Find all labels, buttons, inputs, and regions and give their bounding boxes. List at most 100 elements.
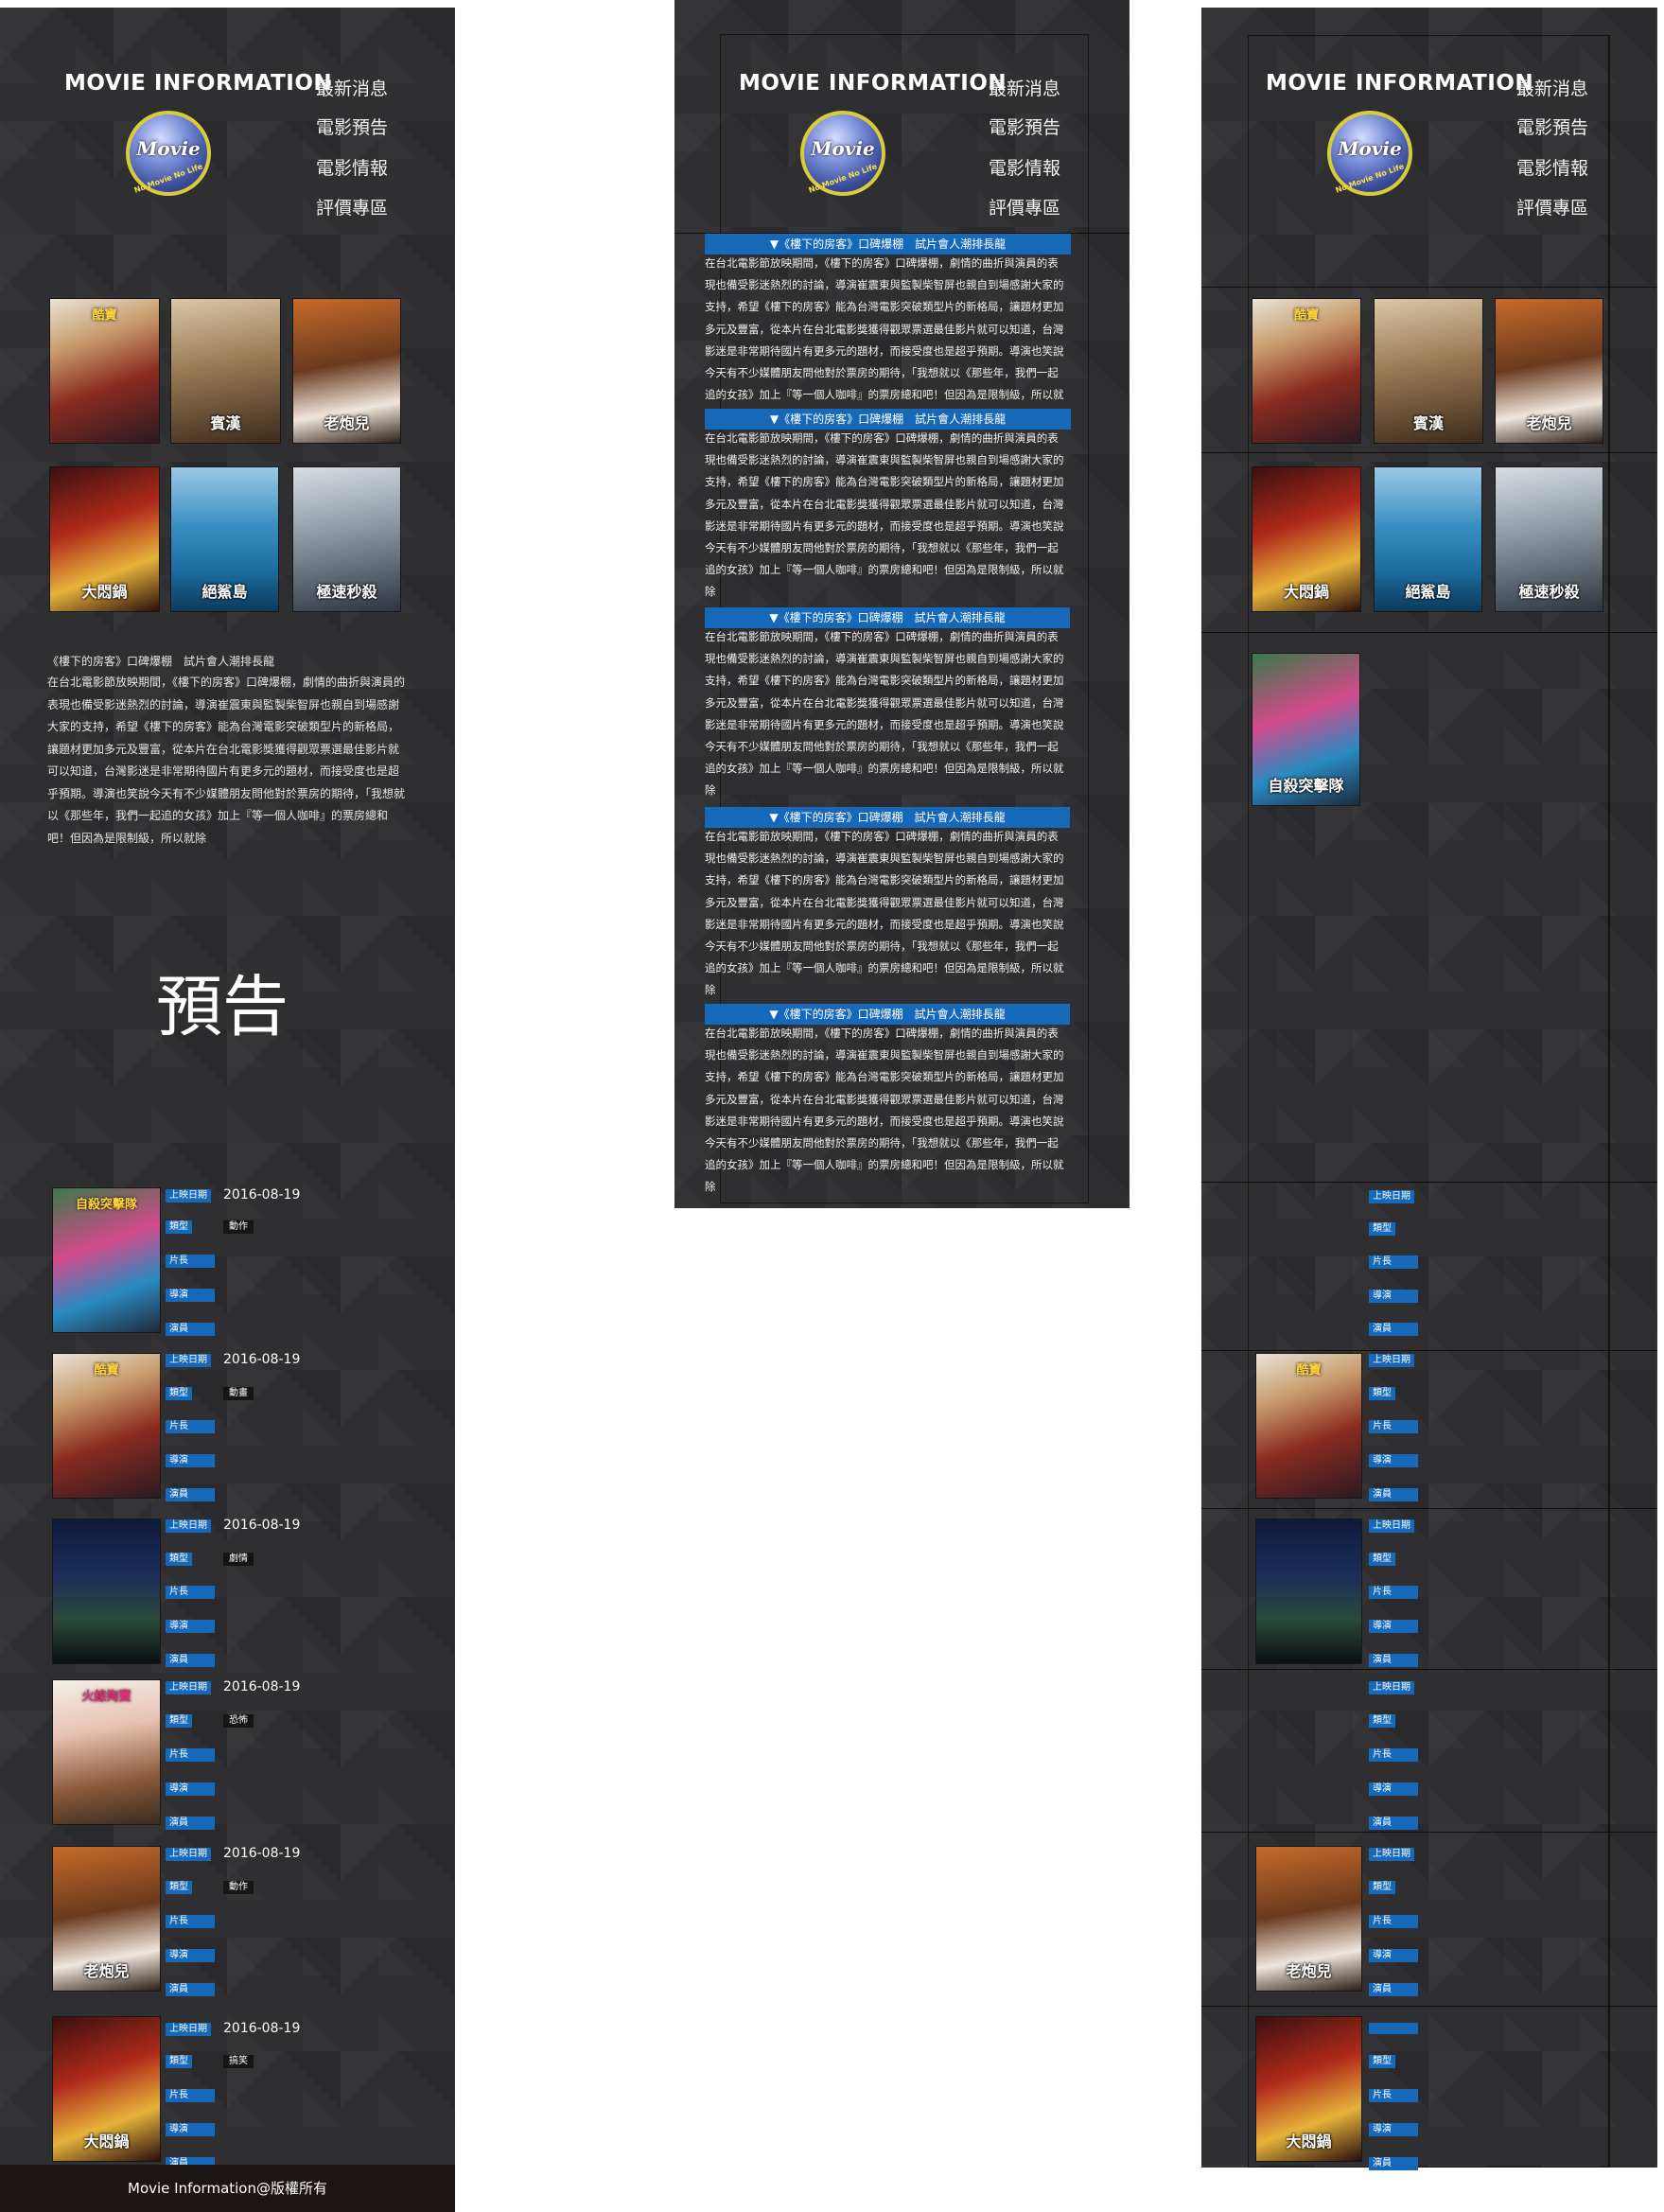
cast-label: 演員 xyxy=(166,1323,215,1336)
release-label: 上映日期 xyxy=(1369,1848,1414,1861)
genre-chip[interactable]: 動畫 xyxy=(223,1387,254,1400)
release-label: 上映日期 xyxy=(166,1848,211,1861)
news-header-text: 《樓下的房客》口碑爆棚 試片會人潮排長龍 xyxy=(779,237,1007,251)
poster-benhur[interactable]: 賓漢 xyxy=(171,299,280,443)
poster-laopao[interactable]: 老炮兒 xyxy=(1496,299,1603,443)
release-label: 上映日期 xyxy=(166,1354,211,1367)
nav-review[interactable]: 評價專區 xyxy=(1516,194,1588,219)
nav-review[interactable]: 評價專區 xyxy=(989,194,1060,219)
release-date: 2016-08-19 xyxy=(223,2021,301,2036)
news-header[interactable]: ▼《樓下的房客》口碑爆棚 試片會人潮排長龍 xyxy=(705,607,1070,628)
poster-shallows[interactable]: 絕鯊島 xyxy=(1375,467,1481,611)
poster-fun[interactable]: 大悶鍋 xyxy=(1252,467,1360,611)
poster-mechanic[interactable]: 極速秒殺 xyxy=(1496,467,1603,611)
movie-poster[interactable]: 自殺突擊隊 xyxy=(53,1188,160,1332)
nav-trailer[interactable]: 電影預告 xyxy=(989,114,1060,139)
genre-chip[interactable]: 恐怖 xyxy=(223,1714,254,1728)
wireframe-guide xyxy=(1608,35,1609,2168)
nav-news[interactable]: 最新消息 xyxy=(989,75,1060,100)
genre-chip[interactable]: 動作 xyxy=(223,1881,254,1894)
nav-news[interactable]: 最新消息 xyxy=(1516,75,1588,100)
nav-news[interactable]: 最新消息 xyxy=(316,75,388,100)
poster-kubo[interactable]: 酷寶 xyxy=(1252,299,1360,443)
poster-title: 大悶鍋 xyxy=(81,583,128,601)
release-date: 2016-08-19 xyxy=(223,1352,301,1367)
brand-title[interactable]: MOVIE INFORMATION xyxy=(1266,71,1533,96)
brand-title[interactable]: MOVIE INFORMATION xyxy=(64,71,332,96)
release-label: 上映日期 xyxy=(166,1189,211,1203)
poster-fun[interactable]: 大悶鍋 xyxy=(50,467,159,611)
nav-info[interactable]: 電影情報 xyxy=(1516,154,1588,180)
site-logo[interactable]: Movie No Movie No Life xyxy=(1327,111,1412,196)
genre-chip[interactable]: 劇情 xyxy=(223,1553,254,1566)
poster-title: 老炮兒 xyxy=(1526,414,1572,432)
news-body: 在台北電影節放映期間，《樓下的房客》口碑爆棚，劇情的曲折與演員的表現也備受影迷熱… xyxy=(705,1027,1064,1194)
movie-poster[interactable] xyxy=(53,1519,160,1663)
wireframe-divider xyxy=(1201,1508,1657,1509)
layout-news-mockup: MOVIE INFORMATION Movie No Movie No Life… xyxy=(674,0,1130,1208)
blurb-title[interactable]: 《樓下的房客》口碑爆棚 試片會人潮排長龍 xyxy=(47,653,274,669)
genre-chip[interactable]: 搞笑 xyxy=(223,2055,254,2068)
length-label: 片長 xyxy=(166,2089,215,2102)
news-body: 在台北電影節放映期間，《樓下的房客》口碑爆棚，劇情的曲折與演員的表現也備受影迷熱… xyxy=(705,630,1064,798)
movie-poster[interactable]: 酷寶 xyxy=(1256,1354,1361,1498)
director-label: 導演 xyxy=(166,1454,215,1467)
wireframe-divider xyxy=(1201,452,1657,453)
nav-trailer[interactable]: 電影預告 xyxy=(316,114,388,139)
movie-poster[interactable]: 大悶鍋 xyxy=(1256,2017,1361,2161)
news-body: 在台北電影節放映期間，《樓下的房客》口碑爆棚，劇情的曲折與演員的表現也備受影迷熱… xyxy=(705,431,1064,599)
genre-label: 類型 xyxy=(166,1553,192,1566)
director-label: 導演 xyxy=(1369,1949,1418,1962)
nav-trailer[interactable]: 電影預告 xyxy=(1516,114,1588,139)
layout-info-mockup: MOVIE INFORMATION Movie No Movie No Life… xyxy=(1201,8,1657,2170)
poster-title: 酷寶 xyxy=(1293,308,1319,323)
site-logo[interactable]: Movie No Movie No Life xyxy=(800,111,885,196)
genre-label: 類型 xyxy=(1369,1714,1395,1728)
site-logo[interactable]: Movie No Movie No Life xyxy=(126,111,211,196)
poster-title: 酷寶 xyxy=(94,1363,119,1378)
news-header[interactable]: ▼《樓下的房客》口碑爆棚 試片會人潮排長龍 xyxy=(705,807,1070,828)
poster-benhur[interactable]: 賓漢 xyxy=(1375,299,1482,443)
poster-title: 酷寶 xyxy=(1296,1363,1322,1378)
movie-poster[interactable]: 老炮兒 xyxy=(1256,1847,1361,1991)
brand-title[interactable]: MOVIE INFORMATION xyxy=(739,71,1007,96)
wireframe-divider xyxy=(1201,1350,1657,1351)
layout-home-mockup: MOVIE INFORMATION Movie No Movie No Life… xyxy=(0,8,455,2212)
movie-poster[interactable]: 老炮兒 xyxy=(53,1847,160,1991)
movie-poster[interactable]: 大悶鍋 xyxy=(53,2017,160,2161)
genre-chip[interactable]: 動作 xyxy=(223,1220,254,1234)
poster-shallows[interactable]: 絕鯊島 xyxy=(171,467,278,611)
movie-poster[interactable]: 酷寶 xyxy=(53,1354,160,1498)
poster-suicide-squad[interactable]: 自殺突擊隊 xyxy=(1252,654,1359,805)
blurb-text: 在台北電影節放映期間，《樓下的房客》口碑爆棚，劇情的曲折與演員的表現也備受影迷熱… xyxy=(47,676,406,845)
news-header[interactable]: ▼《樓下的房客》口碑爆棚 試片會人潮排長龍 xyxy=(705,409,1071,430)
poster-title: 老炮兒 xyxy=(83,1962,130,1980)
poster-laopao[interactable]: 老炮兒 xyxy=(293,299,400,443)
poster-title: 極速秒殺 xyxy=(316,583,377,601)
length-label: 片長 xyxy=(1369,1586,1418,1599)
news-header-text: 《樓下的房客》口碑爆棚 試片會人潮排長龍 xyxy=(778,811,1006,824)
cast-label: 演員 xyxy=(1369,1488,1418,1501)
nav-info[interactable]: 電影情報 xyxy=(989,154,1060,180)
news-header-text: 《樓下的房客》口碑爆棚 試片會人潮排長龍 xyxy=(778,1008,1006,1021)
poster-title: 絕鯊島 xyxy=(201,583,248,601)
poster-title: 賓漢 xyxy=(210,414,241,432)
release-label-blank xyxy=(1369,2023,1418,2034)
nav-review[interactable]: 評價專區 xyxy=(316,194,388,219)
news-header-text: 《樓下的房客》口碑爆棚 試片會人潮排長龍 xyxy=(779,413,1007,426)
poster-kubo[interactable]: 酷寶 xyxy=(50,299,159,443)
poster-mechanic[interactable]: 極速秒殺 xyxy=(293,467,400,611)
length-label: 片長 xyxy=(166,1748,215,1762)
genre-label: 類型 xyxy=(166,1220,192,1234)
genre-label: 類型 xyxy=(166,1387,192,1400)
poster-title: 火線掏寶 xyxy=(81,1690,131,1704)
news-header[interactable]: ▼《樓下的房客》口碑爆棚 試片會人潮排長龍 xyxy=(705,1004,1070,1025)
nav-info[interactable]: 電影情報 xyxy=(316,154,388,180)
genre-label: 類型 xyxy=(1369,1553,1395,1566)
news-header[interactable]: ▼《樓下的房客》口碑爆棚 試片會人潮排長龍 xyxy=(705,234,1071,255)
movie-poster[interactable] xyxy=(1256,1519,1361,1663)
poster-title: 極速秒殺 xyxy=(1518,583,1580,601)
movie-poster[interactable]: 火線掏寶 xyxy=(53,1680,160,1824)
wireframe-divider xyxy=(1201,287,1657,288)
wireframe-divider xyxy=(1201,2006,1657,2007)
